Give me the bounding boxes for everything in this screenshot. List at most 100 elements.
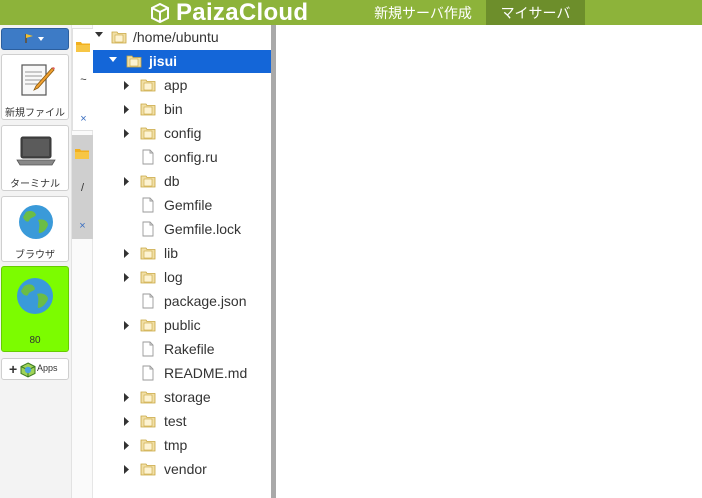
tree-item-label: Rakefile — [164, 341, 215, 357]
folder-icon — [140, 317, 156, 333]
browser-port-80-button[interactable]: 80 — [1, 266, 69, 352]
tree-root-label: /home/ubuntu — [133, 29, 219, 45]
browser-button[interactable]: ブラウザ — [1, 196, 69, 262]
folder-icon — [140, 389, 156, 405]
close-icon[interactable]: × — [73, 113, 94, 125]
folder-icon — [140, 77, 156, 93]
tab-home[interactable]: ~ × — [72, 28, 93, 131]
flag-icon — [25, 34, 33, 43]
tree-item-label: vendor — [164, 461, 207, 477]
folder-icon — [140, 461, 156, 477]
tree-folder-row[interactable]: storage — [93, 386, 271, 409]
tree-item-label: Gemfile.lock — [164, 221, 242, 237]
file-icon — [140, 149, 156, 165]
triangle-down-icon[interactable] — [94, 26, 104, 49]
tab-root-label: / — [80, 182, 85, 194]
triangle-right-icon[interactable] — [121, 410, 131, 433]
triangle-right-icon[interactable] — [121, 314, 131, 337]
apps-button[interactable]: + Apps — [1, 358, 69, 380]
package-icon — [20, 362, 36, 378]
tree-item-label: db — [164, 173, 180, 189]
tree-folder-row[interactable]: tmp — [93, 434, 271, 457]
folder-icon — [140, 437, 156, 453]
tab-root[interactable]: / × — [72, 135, 93, 239]
apps-label: Apps — [37, 363, 58, 373]
tree-folder-row[interactable]: config — [93, 122, 271, 145]
triangle-right-icon[interactable] — [121, 170, 131, 193]
folder-icon — [76, 39, 90, 52]
top-bar: PaizaCloud 新規サーバ作成 マイサーバ — [0, 0, 702, 25]
terminal-button[interactable]: ターミナル — [1, 125, 69, 191]
folder-icon — [140, 173, 156, 189]
triangle-right-icon[interactable] — [121, 386, 131, 409]
tree-item-label: public — [164, 317, 201, 333]
plus-icon: + — [9, 361, 18, 377]
tree-item-label: lib — [164, 245, 179, 261]
tree-folder-row[interactable]: vendor — [93, 458, 271, 481]
file-icon — [140, 293, 156, 309]
triangle-right-icon[interactable] — [121, 242, 131, 265]
caret-down-icon — [38, 37, 44, 41]
browser-label: ブラウザ — [15, 250, 55, 261]
triangle-right-icon[interactable] — [121, 434, 131, 457]
main-menu-button[interactable] — [1, 28, 69, 50]
tree-item-label: README.md — [164, 365, 248, 381]
vertical-tab-strip: ~ × / × — [72, 25, 93, 498]
my-server-link[interactable]: マイサーバ — [486, 0, 585, 25]
tree-root-row[interactable]: /home/ubuntu — [93, 26, 271, 49]
triangle-right-icon[interactable] — [121, 74, 131, 97]
folder-icon — [126, 53, 142, 69]
new-file-button[interactable]: 新規ファイル — [1, 54, 69, 120]
tree-file-row[interactable]: package.json — [93, 290, 271, 313]
tab-home-label: ~ — [80, 74, 87, 86]
folder-icon — [140, 101, 156, 117]
triangle-right-icon[interactable] — [121, 458, 131, 481]
tree-file-row[interactable]: Gemfile — [93, 194, 271, 217]
tree-item-label: config.ru — [164, 149, 218, 165]
globe-icon — [17, 203, 55, 241]
left-toolbar: 新規ファイル ターミナル ブラウザ 80 + Apps — [0, 25, 72, 498]
triangle-right-icon[interactable] — [121, 98, 131, 121]
folder-icon — [75, 146, 89, 159]
folder-icon — [111, 29, 127, 45]
tree-item-label: bin — [164, 101, 183, 117]
file-icon — [140, 341, 156, 357]
folder-icon — [140, 245, 156, 261]
tree-file-row[interactable]: config.ru — [93, 146, 271, 169]
tree-file-row[interactable]: README.md — [93, 362, 271, 385]
tree-file-row[interactable]: Rakefile — [93, 338, 271, 361]
tree-item-label: storage — [164, 389, 211, 405]
tree-file-row[interactable]: Gemfile.lock — [93, 218, 271, 241]
triangle-right-icon[interactable] — [121, 122, 131, 145]
tree-folder-row[interactable]: test — [93, 410, 271, 433]
tree-item-label: log — [164, 269, 183, 285]
tree-selected-row[interactable]: jisui — [93, 50, 271, 73]
folder-icon — [140, 413, 156, 429]
file-icon — [140, 221, 156, 237]
folder-icon — [140, 269, 156, 285]
tree-item-label: tmp — [164, 437, 188, 453]
triangle-down-icon[interactable] — [108, 50, 118, 73]
editor-area[interactable] — [276, 25, 702, 498]
folder-icon — [140, 125, 156, 141]
terminal-label: ターミナル — [10, 179, 60, 190]
tree-item-label: test — [164, 413, 187, 429]
tree-selected-label: jisui — [149, 53, 178, 69]
notepad-icon — [16, 60, 56, 100]
tree-item-label: package.json — [164, 293, 247, 309]
tree-item-label: Gemfile — [164, 197, 213, 213]
tree-item-label: app — [164, 77, 188, 93]
cube-icon — [150, 2, 170, 23]
new-server-link[interactable]: 新規サーバ作成 — [362, 0, 484, 25]
port-label: 80 — [29, 335, 41, 346]
tree-folder-row[interactable]: lib — [93, 242, 271, 265]
close-icon[interactable]: × — [72, 220, 93, 232]
brand-logo[interactable]: PaizaCloud — [150, 0, 308, 25]
tree-folder-row[interactable]: db — [93, 170, 271, 193]
globe-icon — [15, 276, 55, 316]
tree-folder-row[interactable]: bin — [93, 98, 271, 121]
tree-folder-row[interactable]: public — [93, 314, 271, 337]
tree-folder-row[interactable]: log — [93, 266, 271, 289]
triangle-right-icon[interactable] — [121, 266, 131, 289]
tree-folder-row[interactable]: app — [93, 74, 271, 97]
